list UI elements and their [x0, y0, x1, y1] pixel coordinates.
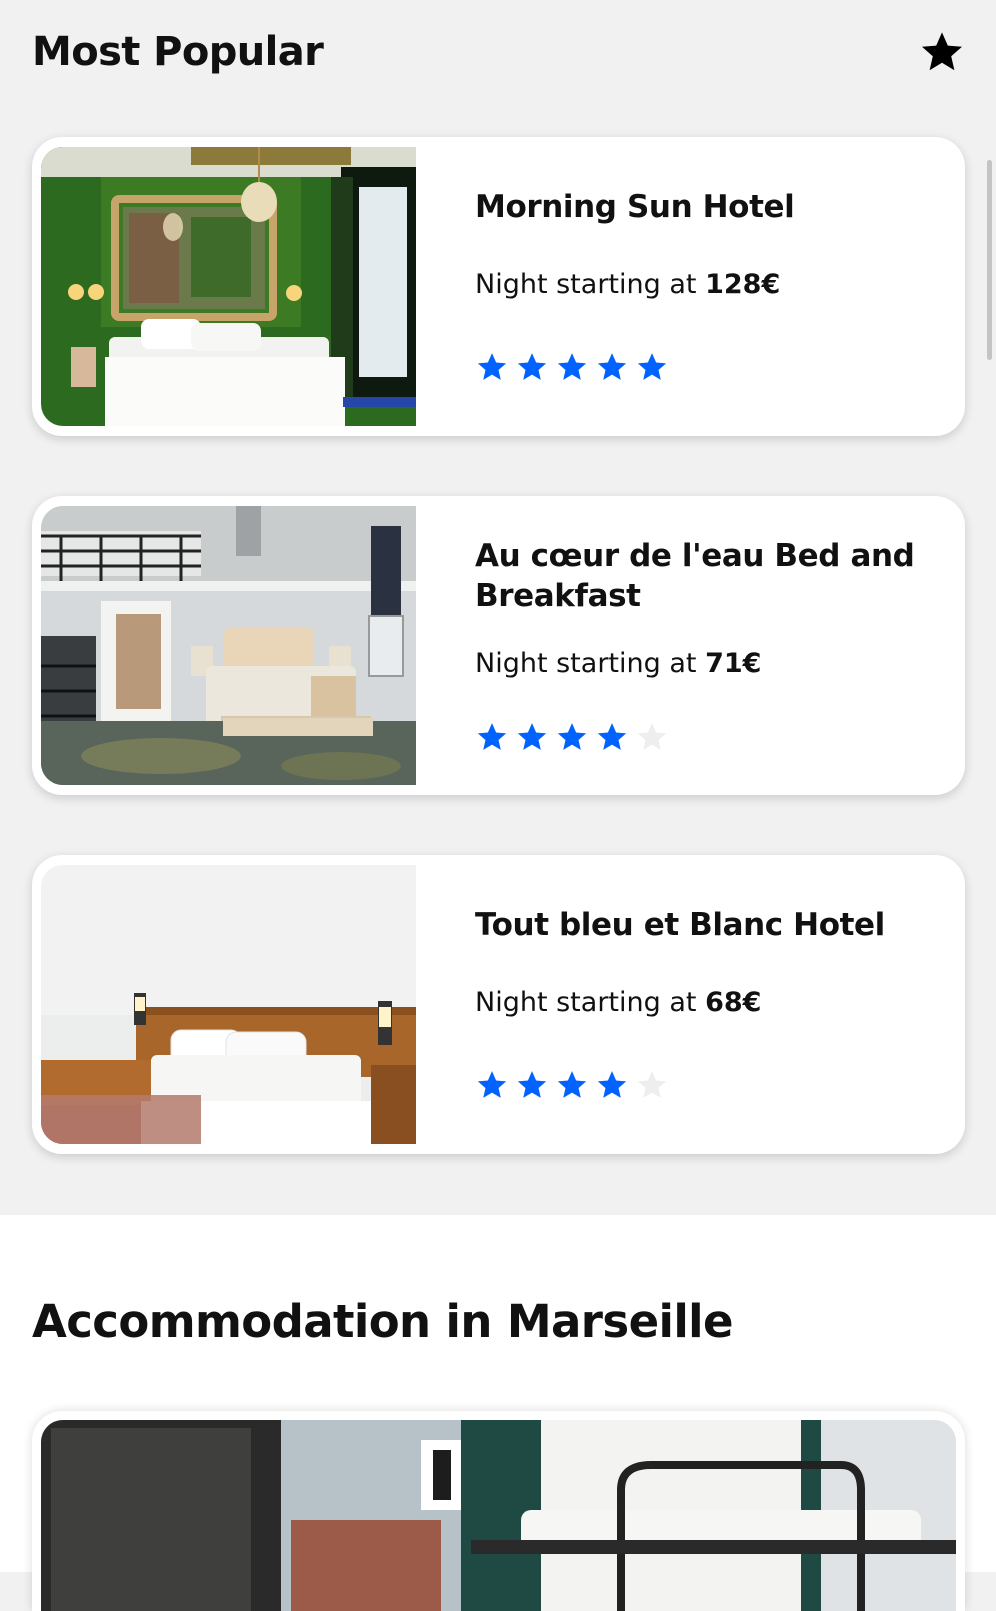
- hotel-price: Night starting at 68€: [475, 985, 935, 1021]
- price-value: 128€: [705, 269, 781, 300]
- star-filled-icon: [517, 723, 547, 750]
- hotel-card[interactable]: Tout bleu et Blanc Hotel Night starting …: [32, 855, 965, 1154]
- star-filled-icon: [477, 723, 507, 750]
- hotel-name: Au cœur de l'eau Bed and Breakfast: [475, 538, 915, 614]
- hotel-price: Night starting at 128€: [475, 267, 935, 303]
- star-filled-icon: [597, 353, 627, 380]
- section-title: Accommodation in Marseille: [32, 1295, 733, 1348]
- star-icon[interactable]: [918, 28, 966, 76]
- price-value: 71€: [705, 648, 762, 679]
- hotel-card[interactable]: Morning Sun Hotel Night starting at 128€: [32, 137, 965, 436]
- star-rating: [475, 1068, 669, 1102]
- accommodation-section: Accommodation in Marseille: [0, 1215, 996, 1611]
- accommodation-photo: [41, 1420, 956, 1611]
- star-filled-icon: [517, 1071, 547, 1098]
- star-filled-icon: [637, 353, 667, 380]
- star-filled-icon: [557, 353, 587, 380]
- star-filled-icon: [517, 353, 547, 380]
- scrollbar[interactable]: [987, 160, 992, 360]
- star-empty-icon: [637, 1071, 667, 1098]
- hotel-photo: [41, 865, 416, 1144]
- hotel-card[interactable]: Au cœur de l'eau Bed and Breakfast Night…: [32, 496, 965, 795]
- hotel-photo: [41, 147, 416, 426]
- hotel-info: Au cœur de l'eau Bed and Breakfast Night…: [475, 496, 935, 795]
- most-popular-section: Most Popular Morning Sun Hotel Night sta…: [0, 0, 996, 1215]
- star-empty-icon: [637, 723, 667, 750]
- accommodation-card[interactable]: [32, 1411, 965, 1611]
- star-filled-icon: [597, 723, 627, 750]
- star-filled-icon: [557, 1071, 587, 1098]
- star-filled-icon: [557, 723, 587, 750]
- star-filled-icon: [477, 1071, 507, 1098]
- star-filled-icon: [597, 1071, 627, 1098]
- hotel-name: Morning Sun Hotel: [475, 189, 795, 225]
- price-prefix: Night starting at: [475, 987, 697, 1018]
- star-rating: [475, 350, 669, 384]
- section-title: Most Popular: [32, 29, 324, 75]
- price-value: 68€: [705, 987, 762, 1018]
- hotel-name: Tout bleu et Blanc Hotel: [475, 907, 885, 943]
- hotel-price: Night starting at 71€: [475, 646, 935, 682]
- star-filled-icon: [477, 353, 507, 380]
- hotel-photo: [41, 506, 416, 785]
- price-prefix: Night starting at: [475, 648, 697, 679]
- hotel-info: Morning Sun Hotel Night starting at 128€: [475, 137, 935, 436]
- hotel-info: Tout bleu et Blanc Hotel Night starting …: [475, 855, 935, 1154]
- section-header: Most Popular: [32, 24, 966, 80]
- star-rating: [475, 720, 669, 754]
- price-prefix: Night starting at: [475, 269, 697, 300]
